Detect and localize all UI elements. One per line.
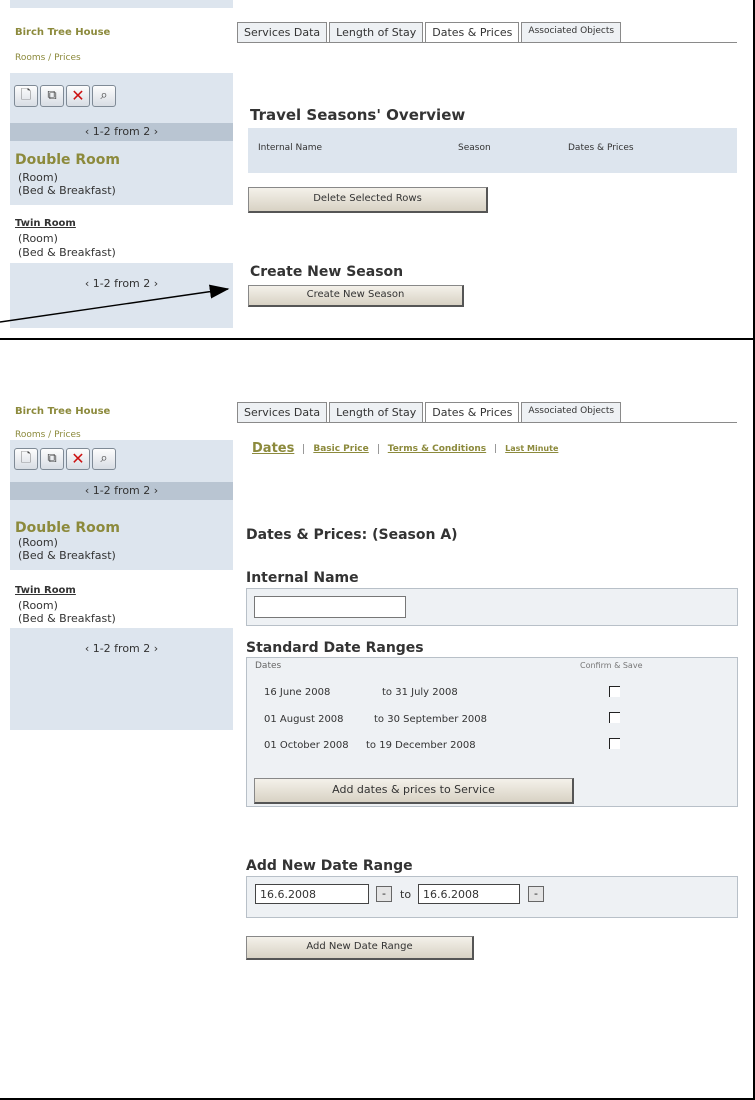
date-range-from: 01 August 2008 — [264, 714, 344, 725]
new-range-heading: Add New Date Range — [246, 858, 413, 874]
confirm-save-label: Confirm & Save — [580, 661, 643, 670]
tabs-underline — [237, 422, 737, 423]
list-item-type: (Room) — [18, 599, 58, 612]
internal-name-label: Internal Name — [246, 570, 359, 586]
sidebar-toolbar: 🗋 ⧉ ✕ ⌕ — [14, 448, 116, 470]
date-range-from: 16 June 2008 — [264, 687, 331, 698]
copy-icon[interactable]: ⧉ — [40, 448, 64, 470]
date-range-from: 01 October 2008 — [264, 740, 349, 751]
date-to-input[interactable]: 16.6.2008 — [418, 884, 520, 904]
tab-dates-prices[interactable]: Dates & Prices — [425, 402, 520, 422]
list-item-board: (Bed & Breakfast) — [18, 612, 116, 625]
annotation-arrow — [0, 284, 230, 323]
date-picker-icon[interactable]: - — [376, 886, 392, 902]
new-icon[interactable]: 🗋 — [14, 448, 38, 470]
internal-name-field[interactable] — [254, 596, 406, 618]
sidebar-section[interactable]: Rooms / Prices — [15, 430, 81, 440]
list-item-link[interactable]: Twin Room — [15, 585, 76, 596]
dates-column-label: Dates — [255, 661, 282, 671]
page-title: Dates & Prices: (Season A) — [246, 527, 458, 543]
subtab-last-minute[interactable]: Last Minute — [495, 444, 567, 453]
subtab-basic-price[interactable]: Basic Price — [303, 443, 377, 454]
sidebar-hotel-name[interactable]: Birch Tree House — [15, 406, 110, 417]
tabs-b: Services Data Length of Stay Dates & Pri… — [237, 402, 623, 422]
tab-associated-objects[interactable]: Associated Objects — [521, 402, 622, 422]
confirm-checkbox[interactable] — [609, 738, 620, 749]
pager-bottom[interactable]: ‹ 1-2 from 2 › — [10, 640, 233, 658]
tab-length-of-stay[interactable]: Length of Stay — [329, 402, 424, 422]
date-from-input[interactable]: 16.6.2008 — [255, 884, 369, 904]
pager-top[interactable]: ‹ 1-2 from 2 › — [10, 482, 233, 500]
search-icon[interactable]: ⌕ — [92, 448, 116, 470]
date-range-to: to 30 September 2008 — [374, 714, 488, 725]
list-item-type: (Room) — [18, 536, 58, 549]
subtab-terms-conditions[interactable]: Terms & Conditions — [377, 443, 495, 454]
date-ranges-heading: Standard Date Ranges — [246, 640, 424, 656]
date-picker-icon[interactable]: - — [528, 886, 544, 902]
add-dates-prices-button[interactable]: Add dates & prices to Service — [254, 778, 574, 804]
confirm-checkbox[interactable] — [609, 686, 620, 697]
date-range-to: to 19 December 2008 — [366, 740, 476, 751]
to-label: to — [400, 888, 412, 901]
delete-icon[interactable]: ✕ — [66, 448, 90, 470]
add-new-range-button[interactable]: Add New Date Range — [246, 936, 474, 960]
sidebar-b: Birch Tree House Rooms / Prices 🗋 ⧉ ✕ ⌕ … — [10, 390, 233, 730]
subtab-bar: Dates Basic Price Terms & Conditions Las… — [252, 441, 567, 456]
subtab-dates[interactable]: Dates — [252, 441, 303, 456]
list-item-title[interactable]: Double Room — [15, 520, 120, 536]
tab-services-data[interactable]: Services Data — [237, 402, 328, 422]
list-item-board: (Bed & Breakfast) — [18, 549, 116, 562]
date-range-to: to 31 July 2008 — [382, 687, 458, 698]
confirm-checkbox[interactable] — [609, 712, 620, 723]
